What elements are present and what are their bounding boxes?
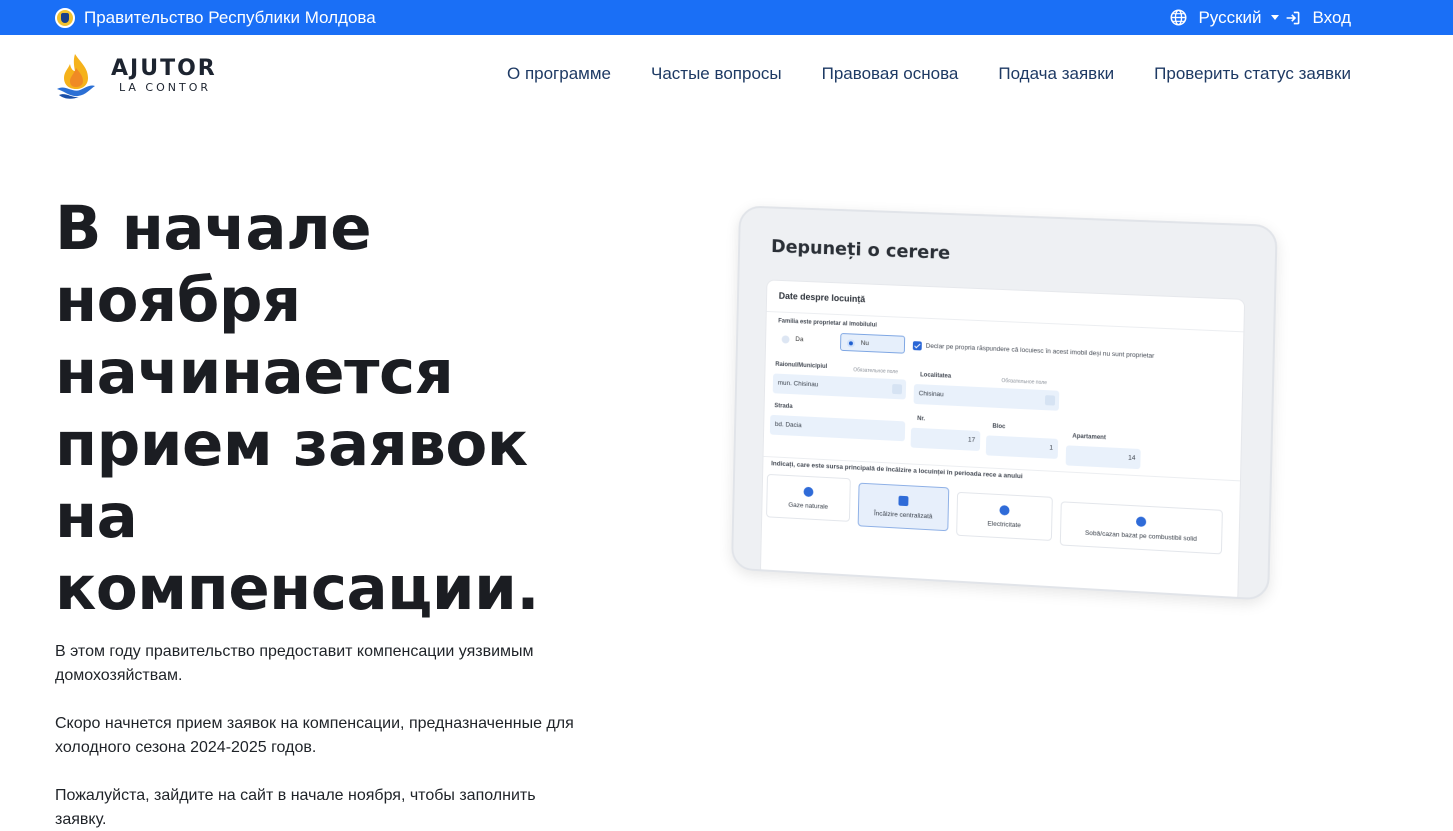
coat-of-arms-icon [55, 7, 75, 28]
mockup-locality-label: Localitatea [920, 372, 952, 380]
mockup-required-note: Обязательное поле [1001, 378, 1047, 387]
hero-description: В этом году правительство предоставит ко… [55, 640, 575, 831]
building-icon [898, 495, 909, 507]
checkbox-icon [912, 341, 922, 351]
site-logo[interactable]: AJUTOR LA CONTOR [55, 51, 217, 99]
mockup-locality-field: Chisinau [913, 383, 1060, 411]
option-label: Încălzire centralizată [873, 510, 933, 521]
mockup-owner-question: Familia este proprietar al imobilului [778, 318, 877, 329]
hero-paragraph: Пожалуйста, зайдите на сайт в начале ноя… [55, 787, 536, 828]
option-label: Sobă/cazan bazat pe combustibil solid [1084, 529, 1198, 543]
tablet-screen: Depuneți o cerere Date despre locuință F… [730, 205, 1278, 601]
language-selector[interactable]: Русский [1198, 7, 1279, 28]
hero-title: В начале ноября начинается прием заявок … [55, 193, 540, 624]
main-navigation: О программе Частые вопросы Правовая осно… [507, 64, 1351, 84]
mockup-raion-field: mun. Chisinau [772, 373, 907, 400]
nav-submit-application[interactable]: Подача заявки [998, 64, 1114, 84]
mockup-heating-central: Încălzire centralizată [857, 482, 950, 532]
mockup-radio-yes: Da [776, 330, 835, 350]
radio-label: Nu [860, 339, 869, 348]
mockup-block-label: Bloc [992, 423, 1006, 431]
option-label: Gaze naturale [788, 501, 829, 511]
stove-icon [1135, 516, 1147, 528]
mockup-section-title: Date despre locuință [778, 290, 866, 305]
nav-legal-basis[interactable]: Правовая основа [822, 64, 959, 84]
mockup-apartment-label: Apartament [1072, 433, 1106, 442]
field-value: bd. Dacia [774, 420, 802, 430]
login-icon [1286, 11, 1299, 24]
mockup-nr-field: 17 [910, 427, 981, 452]
mockup-form-card: Date despre locuință Familia este propri… [759, 279, 1246, 601]
field-value: 17 [967, 436, 976, 444]
government-title: Правительство Республики Молдова [84, 7, 376, 27]
field-value: 14 [1128, 454, 1136, 462]
logo-subtitle: LA CONTOR [119, 80, 211, 94]
mockup-heating-solid-fuel: Sobă/cazan bazat pe combustibil solid [1059, 501, 1223, 555]
mockup-required-note: Обязательное поле [853, 367, 899, 376]
field-value: 1 [1049, 444, 1054, 452]
hero-paragraph: В этом году правительство предоставит ко… [55, 643, 534, 684]
radio-label: Da [795, 335, 804, 344]
mockup-radio-no: Nu [839, 332, 906, 354]
tablet-mockup-image: Depuneți o cerere Date despre locuință F… [730, 205, 1278, 601]
gas-drop-icon [803, 486, 814, 498]
mockup-street-label: Strada [774, 403, 793, 410]
mockup-nr-label: Nr. [917, 416, 926, 423]
flame-logo-icon [57, 54, 95, 99]
lightning-icon [999, 505, 1010, 516]
mockup-heating-gas: Gaze naturale [766, 473, 851, 522]
mockup-raion-label: Raionul/Municipiul [775, 361, 828, 371]
nav-about[interactable]: О программе [507, 64, 611, 84]
login-label: Вход [1312, 7, 1351, 27]
mockup-title: Depuneți o cerere [770, 236, 951, 264]
mockup-apartment-field: 14 [1065, 445, 1141, 470]
hero-paragraph: Скоро начнется прием заявок на компенсац… [55, 715, 574, 756]
logo-title: AJUTOR [111, 55, 217, 81]
option-label: Electricitate [987, 520, 1022, 530]
language-label: Русский [1198, 7, 1262, 27]
field-value: mun. Chisinau [777, 379, 819, 389]
government-bar: Правительство Республики Молдова Русский… [0, 0, 1453, 35]
mockup-street-field: bd. Dacia [769, 414, 906, 442]
chevron-down-icon [1270, 15, 1279, 20]
globe-icon [1170, 9, 1187, 26]
field-value: Chisinau [918, 390, 944, 399]
mockup-heating-electricity: Electricitate [956, 491, 1053, 541]
site-header: AJUTOR LA CONTOR О программе Частые вопр… [0, 35, 1453, 115]
mockup-declaration: Declar pe propria răspundere că locuiesc… [925, 342, 1155, 360]
login-button[interactable]: Вход [1285, 8, 1351, 28]
nav-faq[interactable]: Частые вопросы [651, 64, 782, 84]
government-link[interactable]: Правительство Республики Молдова [55, 7, 376, 28]
nav-check-status[interactable]: Проверить статус заявки [1154, 64, 1351, 84]
mockup-block-field: 1 [985, 435, 1059, 459]
